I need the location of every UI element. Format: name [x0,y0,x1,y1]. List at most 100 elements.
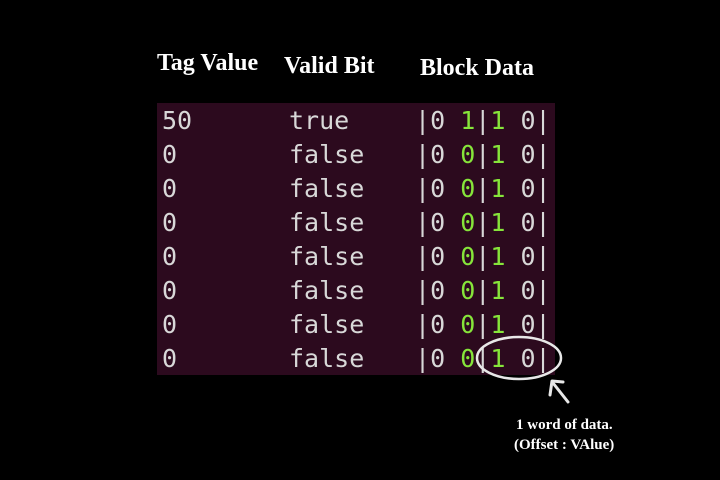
table-row: 0 false |0 0|1 0| [157,240,555,274]
word0-value: 0 [460,310,476,339]
separator [445,174,460,203]
valid-cell: false [289,140,365,169]
word0-offset: 0 [430,310,446,339]
word0-offset: 0 [430,276,446,305]
tag-value-header: Tag Value [157,50,259,76]
word0-value: 0 [460,242,476,271]
block-data-cell: |0 0|1 0| [415,274,551,308]
separator: | [535,208,551,237]
tag-cell: 0 [162,242,178,271]
separator: | [475,208,491,237]
separator [505,310,520,339]
arrow-shaft [551,381,570,404]
separator: | [415,276,431,305]
block-data-cell: |0 0|1 0| [415,342,551,376]
separator: | [535,106,551,135]
separator: | [475,140,491,169]
separator: | [415,242,431,271]
word0-value: 0 [460,208,476,237]
table-row: 0 false |0 0|1 0| [157,308,555,342]
block-data-cell: |0 0|1 0| [415,172,551,206]
separator [505,208,520,237]
separator: | [415,208,431,237]
valid-cell: false [289,208,365,237]
separator [445,276,460,305]
separator: | [415,174,431,203]
arrow-head [548,379,565,397]
separator [505,242,520,271]
separator: | [475,174,491,203]
word0-offset: 0 [430,242,446,271]
separator: | [535,242,551,271]
word1-offset: 1 [490,106,506,135]
word0-offset: 0 [430,344,446,373]
valid-cell: true [289,106,350,135]
word0-value: 1 [460,106,476,135]
separator: | [535,344,551,373]
word0-offset: 0 [430,174,446,203]
word1-offset: 1 [490,208,506,237]
separator [445,344,460,373]
separator [505,174,520,203]
word1-value: 0 [520,344,536,373]
block-data-header: Block Data [420,55,534,81]
word1-value: 0 [520,106,536,135]
valid-cell: false [289,174,365,203]
block-data-cell: |0 1|1 0| [415,104,551,138]
word0-value: 0 [460,140,476,169]
table-row: 0 false |0 0|1 0| [157,342,555,376]
word1-offset: 1 [490,310,506,339]
cache-table-terminal: 50 true |0 1|1 0| 0 false |0 0|1 0| 0 false |0 0… [157,103,555,375]
separator: | [535,174,551,203]
separator: | [475,310,491,339]
word1-value: 0 [520,242,536,271]
block-data-cell: |0 0|1 0| [415,240,551,274]
word1-value: 0 [520,208,536,237]
separator [505,140,520,169]
word1-value: 0 [520,140,536,169]
word0-offset: 0 [430,208,446,237]
separator: | [415,106,431,135]
separator: | [535,276,551,305]
separator [445,106,460,135]
tag-cell: 0 [162,208,178,237]
word1-value: 0 [520,276,536,305]
separator [505,344,520,373]
separator: | [415,140,431,169]
tag-cell: 0 [162,276,178,305]
tag-cell: 0 [162,310,178,339]
annotation-line-1: 1 word of data. [516,417,613,433]
separator [445,208,460,237]
separator: | [535,310,551,339]
word1-offset: 1 [490,276,506,305]
tag-cell: 0 [162,140,178,169]
word0-offset: 0 [430,140,446,169]
valid-cell: false [289,344,365,373]
separator [445,310,460,339]
separator: | [415,344,431,373]
valid-bit-header: Valid Bit [284,53,375,79]
word1-offset: 1 [490,140,506,169]
word1-offset: 1 [490,242,506,271]
table-row: 0 false |0 0|1 0| [157,274,555,308]
word1-value: 0 [520,174,536,203]
word1-offset: 1 [490,344,506,373]
word1-offset: 1 [490,174,506,203]
block-data-cell: |0 0|1 0| [415,206,551,240]
separator: | [535,140,551,169]
annotation-line-2: (Offset : VAlue) [514,437,615,453]
word1-value: 0 [520,310,536,339]
tag-cell: 0 [162,174,178,203]
separator: | [475,106,491,135]
separator [505,276,520,305]
tag-cell: 50 [162,106,193,135]
block-data-cell: |0 0|1 0| [415,138,551,172]
table-row: 50 true |0 1|1 0| [157,104,555,138]
valid-cell: false [289,310,365,339]
tag-cell: 0 [162,344,178,373]
table-row: 0 false |0 0|1 0| [157,138,555,172]
separator [445,242,460,271]
separator: | [475,276,491,305]
word0-value: 0 [460,344,476,373]
separator: | [475,242,491,271]
